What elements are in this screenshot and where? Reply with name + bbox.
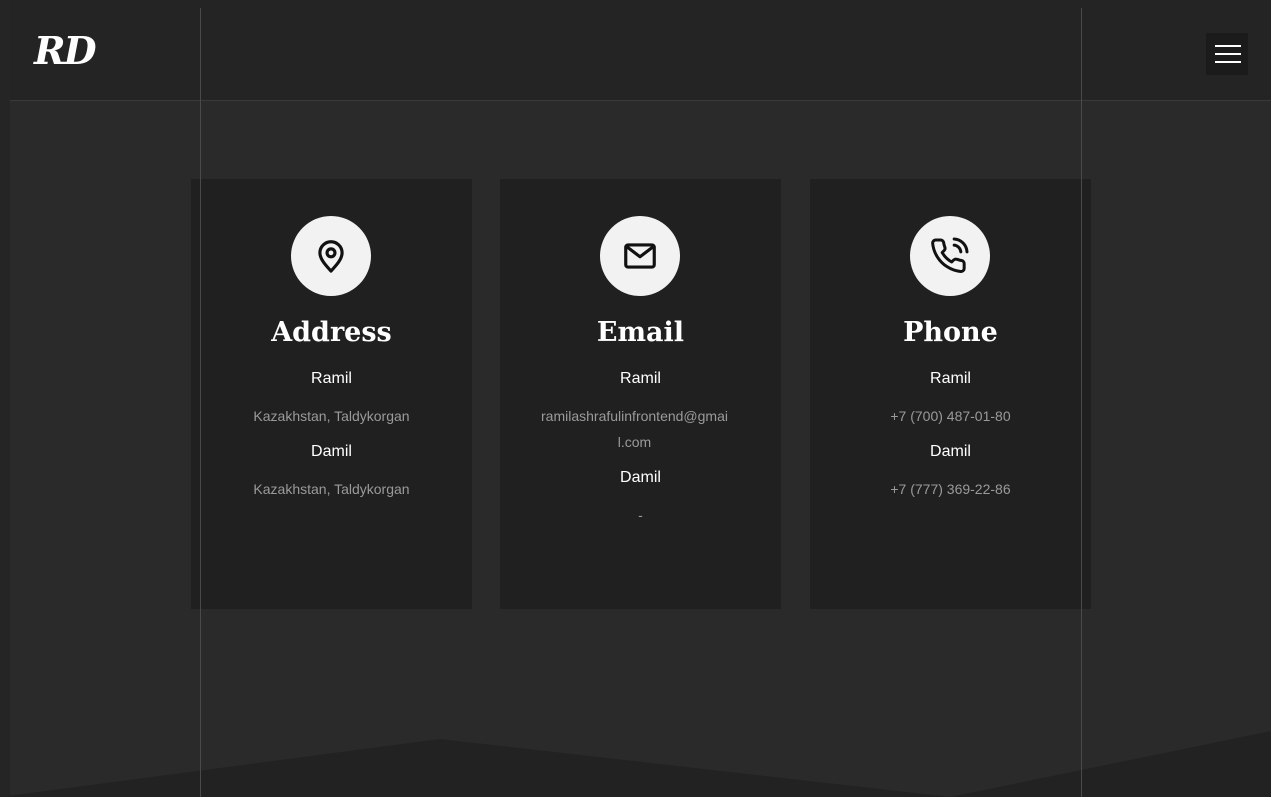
logo[interactable]: RD xyxy=(34,26,97,76)
contact-name: Damil xyxy=(311,443,352,460)
phone-value[interactable]: +7 (700) 487-01-80 xyxy=(850,403,1051,429)
phone-card: Phone Ramil +7 (700) 487-01-80 Damil +7 … xyxy=(810,179,1091,609)
phone-details: Ramil +7 (700) 487-01-80 Damil +7 (777) … xyxy=(850,369,1051,515)
contact-name: Ramil xyxy=(311,370,352,387)
envelope-icon xyxy=(600,216,680,296)
guide-line-left xyxy=(200,8,201,797)
contact-page: RD Address Ramil Kazakhstan, Taldykorgan… xyxy=(0,0,1271,797)
address-details: Ramil Kazakhstan, Taldykorgan Damil Kaza… xyxy=(231,369,432,515)
phone-icon xyxy=(910,216,990,296)
map-pin-icon xyxy=(291,216,371,296)
address-value: Kazakhstan, Taldykorgan xyxy=(253,408,410,424)
contact-name: Damil xyxy=(930,443,971,460)
contact-name: Ramil xyxy=(930,370,971,387)
email-card: Email Ramil ramilashrafulinfrontend@gmai… xyxy=(500,179,781,609)
top-strip xyxy=(0,0,1271,8)
address-value: Kazakhstan, Taldykorgan xyxy=(253,481,410,497)
guide-line-right xyxy=(1081,8,1082,797)
email-value[interactable]: ramilashrafulinfrontend@gmail.com xyxy=(540,403,741,455)
contact-name: Damil xyxy=(620,469,661,486)
contact-name: Ramil xyxy=(620,370,661,387)
email-details: Ramil ramilashrafulinfrontend@gmail.com … xyxy=(540,369,741,541)
phone-title: Phone xyxy=(903,317,998,348)
email-value: - xyxy=(638,507,643,523)
left-strip xyxy=(0,0,10,797)
phone-value[interactable]: +7 (777) 369-22-86 xyxy=(850,476,1051,502)
address-title: Address xyxy=(271,317,392,348)
address-card: Address Ramil Kazakhstan, Taldykorgan Da… xyxy=(191,179,472,609)
email-title: Email xyxy=(596,317,685,348)
menu-button[interactable] xyxy=(1206,33,1248,75)
